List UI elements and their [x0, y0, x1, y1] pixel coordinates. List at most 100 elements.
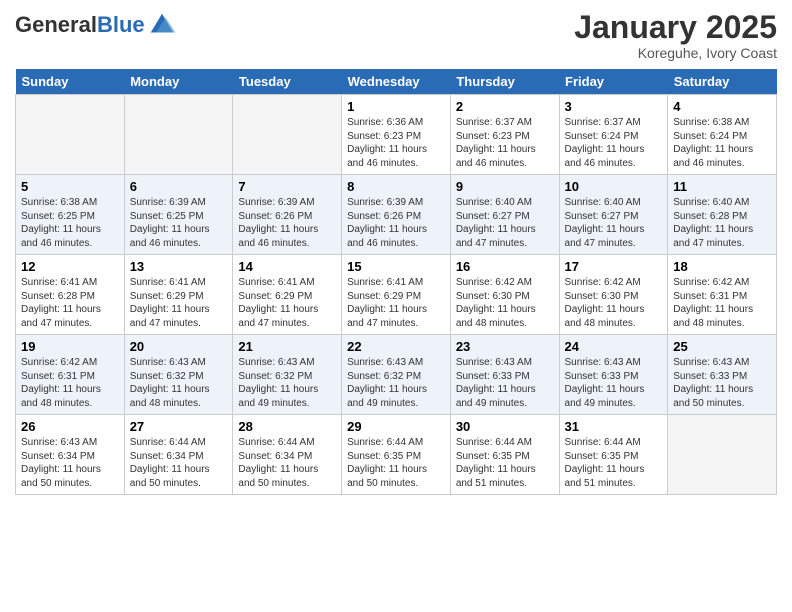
table-row: 30 Sunrise: 6:44 AMSunset: 6:35 PMDayligh…	[450, 415, 559, 495]
col-saturday: Saturday	[668, 69, 777, 95]
logo-icon	[147, 10, 177, 40]
table-row: 15 Sunrise: 6:41 AMSunset: 6:29 PMDayligh…	[342, 255, 451, 335]
day-info: Sunrise: 6:36 AMSunset: 6:23 PMDaylight:…	[347, 116, 445, 170]
day-info: Sunrise: 6:40 AMSunset: 6:28 PMDaylight:…	[673, 196, 771, 250]
day-number: 30	[456, 419, 554, 434]
day-info: Sunrise: 6:43 AMSunset: 6:32 PMDaylight:…	[238, 356, 336, 410]
table-row: 1 Sunrise: 6:36 AMSunset: 6:23 PMDaylight…	[342, 95, 451, 175]
day-info: Sunrise: 6:40 AMSunset: 6:27 PMDaylight:…	[565, 196, 663, 250]
day-info: Sunrise: 6:41 AMSunset: 6:29 PMDaylight:…	[347, 276, 445, 330]
day-info: Sunrise: 6:43 AMSunset: 6:33 PMDaylight:…	[565, 356, 663, 410]
header: GeneralBlue January 2025 Koreguhe, Ivory…	[15, 10, 777, 61]
logo: GeneralBlue	[15, 10, 177, 40]
table-row: 24 Sunrise: 6:43 AMSunset: 6:33 PMDayligh…	[559, 335, 668, 415]
table-row: 7 Sunrise: 6:39 AMSunset: 6:26 PMDaylight…	[233, 175, 342, 255]
table-row: 4Sunrise: 6:38 AMSunset: 6:24 PMDaylight…	[668, 95, 777, 175]
day-info: Sunrise: 6:43 AMSunset: 6:32 PMDaylight:…	[130, 356, 228, 410]
calendar-week-row: 1 Sunrise: 6:36 AMSunset: 6:23 PMDaylight…	[16, 95, 777, 175]
table-row: 28 Sunrise: 6:44 AMSunset: 6:34 PMDayligh…	[233, 415, 342, 495]
table-row: 6 Sunrise: 6:39 AMSunset: 6:25 PMDaylight…	[124, 175, 233, 255]
table-row	[668, 415, 777, 495]
day-info: Sunrise: 6:39 AMSunset: 6:26 PMDaylight:…	[238, 196, 336, 250]
table-row: 18Sunrise: 6:42 AMSunset: 6:31 PMDayligh…	[668, 255, 777, 335]
day-info: Sunrise: 6:44 AMSunset: 6:34 PMDaylight:…	[238, 436, 336, 490]
calendar-week-row: 26Sunrise: 6:43 AMSunset: 6:34 PMDayligh…	[16, 415, 777, 495]
table-row: 17Sunrise: 6:42 AMSunset: 6:30 PMDayligh…	[559, 255, 668, 335]
col-sunday: Sunday	[16, 69, 125, 95]
day-info: Sunrise: 6:44 AMSunset: 6:35 PMDaylight:…	[565, 436, 663, 490]
day-info: Sunrise: 6:41 AMSunset: 6:28 PMDaylight:…	[21, 276, 119, 330]
table-row: 2 Sunrise: 6:37 AMSunset: 6:23 PMDaylight…	[450, 95, 559, 175]
day-number: 15	[347, 259, 445, 274]
day-number: 18	[673, 259, 771, 274]
table-row	[124, 95, 233, 175]
table-row: 23Sunrise: 6:43 AMSunset: 6:33 PMDayligh…	[450, 335, 559, 415]
day-info: Sunrise: 6:40 AMSunset: 6:27 PMDaylight:…	[456, 196, 554, 250]
day-info: Sunrise: 6:37 AMSunset: 6:23 PMDaylight:…	[456, 116, 554, 170]
day-info: Sunrise: 6:38 AMSunset: 6:25 PMDaylight:…	[21, 196, 119, 250]
table-row: 10 Sunrise: 6:40 AMSunset: 6:27 PMDayligh…	[559, 175, 668, 255]
calendar-week-row: 19 Sunrise: 6:42 AMSunset: 6:31 PMDayligh…	[16, 335, 777, 415]
day-number: 25	[673, 339, 771, 354]
day-number: 28	[238, 419, 336, 434]
day-info: Sunrise: 6:44 AMSunset: 6:34 PMDaylight:…	[130, 436, 228, 490]
day-number: 12	[21, 259, 119, 274]
day-info: Sunrise: 6:37 AMSunset: 6:24 PMDaylight:…	[565, 116, 663, 170]
col-monday: Monday	[124, 69, 233, 95]
day-info: Sunrise: 6:41 AMSunset: 6:29 PMDaylight:…	[130, 276, 228, 330]
table-row: 31 Sunrise: 6:44 AMSunset: 6:35 PMDayligh…	[559, 415, 668, 495]
table-row: 13Sunrise: 6:41 AMSunset: 6:29 PMDayligh…	[124, 255, 233, 335]
table-row: 5Sunrise: 6:38 AMSunset: 6:25 PMDaylight…	[16, 175, 125, 255]
page-container: GeneralBlue January 2025 Koreguhe, Ivory…	[0, 0, 792, 505]
table-row: 25 Sunrise: 6:43 AMSunset: 6:33 PMDayligh…	[668, 335, 777, 415]
table-row: 19 Sunrise: 6:42 AMSunset: 6:31 PMDayligh…	[16, 335, 125, 415]
calendar-table: Sunday Monday Tuesday Wednesday Thursday…	[15, 69, 777, 495]
day-info: Sunrise: 6:42 AMSunset: 6:30 PMDaylight:…	[456, 276, 554, 330]
day-info: Sunrise: 6:42 AMSunset: 6:31 PMDaylight:…	[21, 356, 119, 410]
day-number: 11	[673, 179, 771, 194]
table-row: 20Sunrise: 6:43 AMSunset: 6:32 PMDayligh…	[124, 335, 233, 415]
day-number: 9	[456, 179, 554, 194]
day-info: Sunrise: 6:44 AMSunset: 6:35 PMDaylight:…	[456, 436, 554, 490]
day-number: 21	[238, 339, 336, 354]
day-number: 19	[21, 339, 119, 354]
table-row: 3 Sunrise: 6:37 AMSunset: 6:24 PMDaylight…	[559, 95, 668, 175]
day-info: Sunrise: 6:44 AMSunset: 6:35 PMDaylight:…	[347, 436, 445, 490]
table-row: 27 Sunrise: 6:44 AMSunset: 6:34 PMDayligh…	[124, 415, 233, 495]
col-wednesday: Wednesday	[342, 69, 451, 95]
calendar-week-row: 12 Sunrise: 6:41 AMSunset: 6:28 PMDayligh…	[16, 255, 777, 335]
day-number: 27	[130, 419, 228, 434]
table-row: 14 Sunrise: 6:41 AMSunset: 6:29 PMDayligh…	[233, 255, 342, 335]
day-number: 7	[238, 179, 336, 194]
table-row: 9 Sunrise: 6:40 AMSunset: 6:27 PMDaylight…	[450, 175, 559, 255]
day-number: 3	[565, 99, 663, 114]
table-row: 26Sunrise: 6:43 AMSunset: 6:34 PMDayligh…	[16, 415, 125, 495]
day-info: Sunrise: 6:41 AMSunset: 6:29 PMDaylight:…	[238, 276, 336, 330]
day-info: Sunrise: 6:43 AMSunset: 6:32 PMDaylight:…	[347, 356, 445, 410]
day-number: 22	[347, 339, 445, 354]
day-number: 26	[21, 419, 119, 434]
day-number: 23	[456, 339, 554, 354]
day-number: 6	[130, 179, 228, 194]
col-thursday: Thursday	[450, 69, 559, 95]
day-number: 16	[456, 259, 554, 274]
day-info: Sunrise: 6:39 AMSunset: 6:25 PMDaylight:…	[130, 196, 228, 250]
day-info: Sunrise: 6:43 AMSunset: 6:33 PMDaylight:…	[673, 356, 771, 410]
day-number: 1	[347, 99, 445, 114]
table-row: 12 Sunrise: 6:41 AMSunset: 6:28 PMDayligh…	[16, 255, 125, 335]
table-row: 22 Sunrise: 6:43 AMSunset: 6:32 PMDayligh…	[342, 335, 451, 415]
day-number: 4	[673, 99, 771, 114]
day-number: 29	[347, 419, 445, 434]
calendar-week-row: 5Sunrise: 6:38 AMSunset: 6:25 PMDaylight…	[16, 175, 777, 255]
day-number: 17	[565, 259, 663, 274]
table-row	[233, 95, 342, 175]
month-title: January 2025	[574, 10, 777, 45]
day-number: 24	[565, 339, 663, 354]
logo-blue-text: Blue	[97, 12, 145, 37]
day-number: 31	[565, 419, 663, 434]
day-number: 10	[565, 179, 663, 194]
table-row	[16, 95, 125, 175]
day-number: 14	[238, 259, 336, 274]
day-number: 2	[456, 99, 554, 114]
title-block: January 2025 Koreguhe, Ivory Coast	[574, 10, 777, 61]
